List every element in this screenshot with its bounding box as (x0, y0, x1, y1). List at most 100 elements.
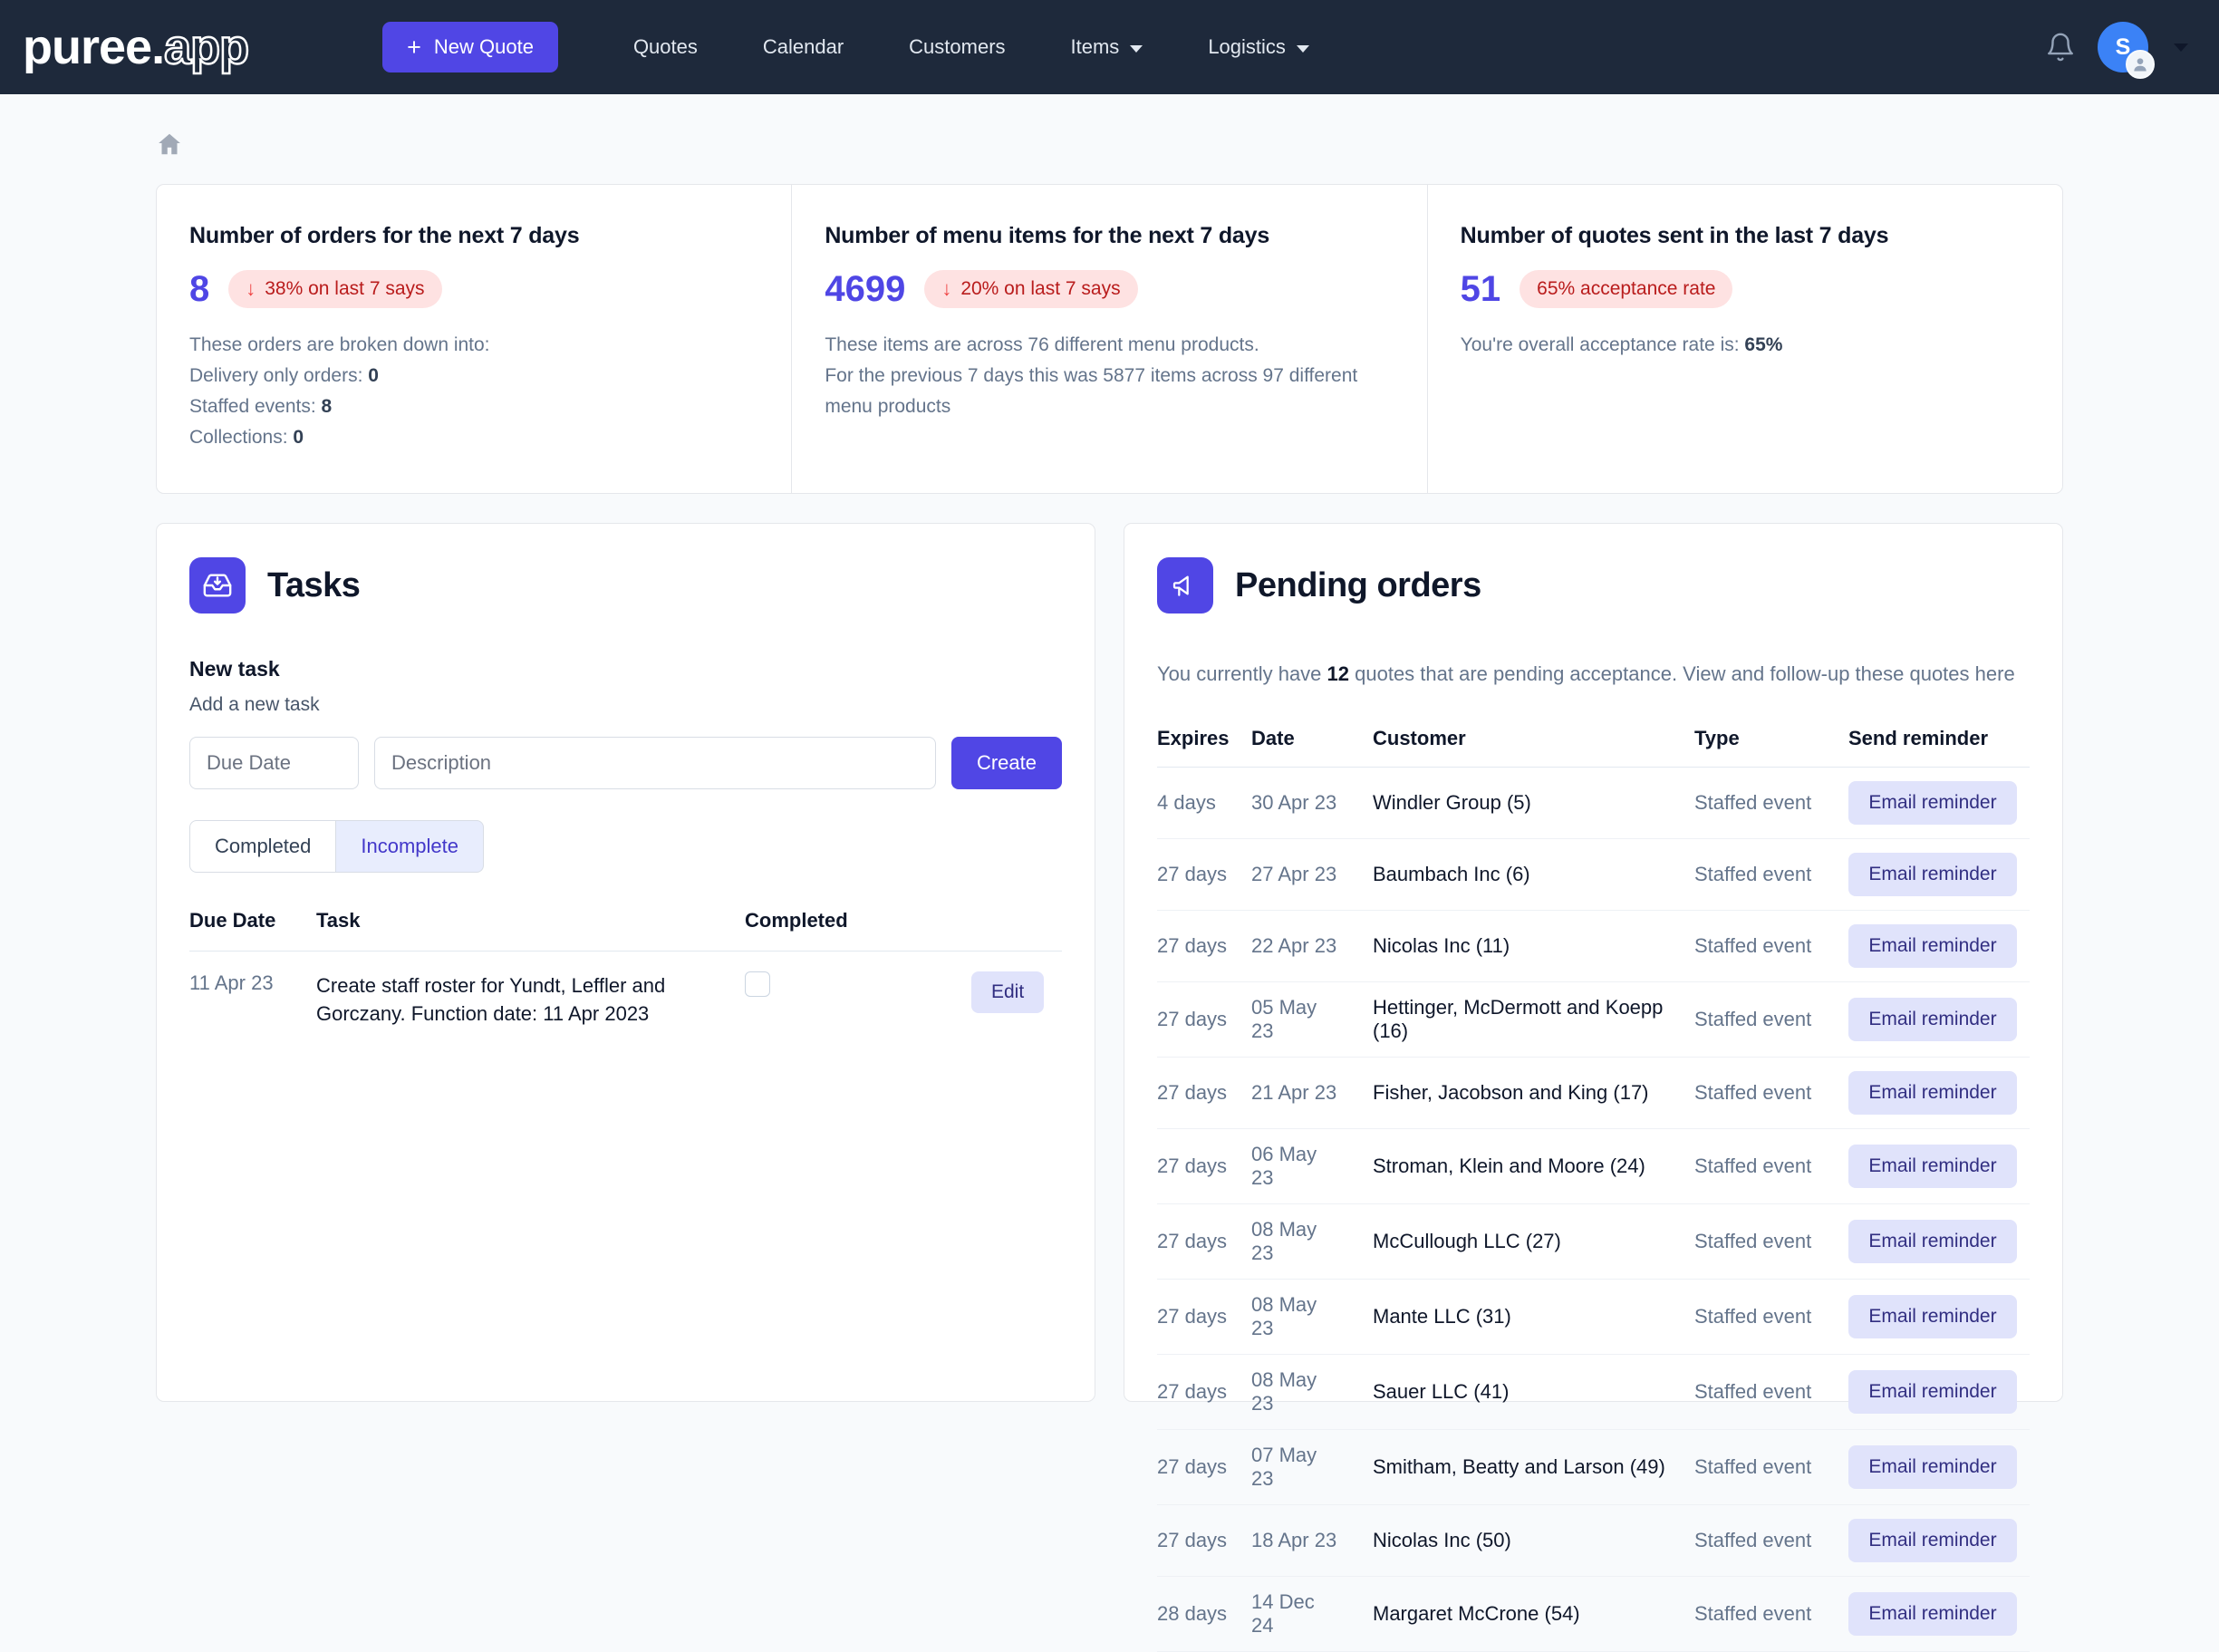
pending-reminder-cell: Email reminder (1848, 981, 2030, 1058)
pending-reminder-cell: Email reminder (1848, 1504, 2030, 1578)
nav-link-calendar[interactable]: Calendar (730, 35, 876, 59)
pending-customer: Fisher, Jacobson and King (17) (1338, 1057, 1694, 1130)
chevron-down-icon[interactable] (1296, 44, 1309, 53)
tasks-column-header-actions (971, 909, 1062, 952)
pending-expires: 27 days (1157, 838, 1240, 912)
status-badge-label: 65% acceptance rate (1537, 278, 1716, 299)
filter-completed-button[interactable]: Completed (189, 820, 337, 874)
email-reminder-button[interactable]: Email reminder (1848, 1071, 2017, 1116)
pending-type: Staffed event (1694, 1504, 1848, 1578)
create-task-button[interactable]: Create (950, 737, 1062, 790)
pending-expires: 27 days (1157, 1429, 1240, 1506)
new-quote-button[interactable]: + New Quote (382, 22, 558, 72)
stat-card-details: You're overall acceptance rate is: 65% (1461, 330, 2022, 361)
pending-subtitle: You currently have 12 quotes that are pe… (1157, 662, 2030, 686)
pending-expires: 4 days (1157, 767, 1240, 840)
pending-customer: Mante LLC (31) (1338, 1279, 1694, 1356)
pending-customer: Nicolas Inc (50) (1338, 1504, 1694, 1578)
email-reminder-button[interactable]: Email reminder (1848, 1592, 2017, 1637)
pending-type: Staffed event (1694, 1429, 1848, 1506)
pending-customer: Margaret McCrone (54) (1338, 1576, 1694, 1652)
pending-customer: Windler Group (5) (1338, 767, 1694, 840)
due-date-input[interactable] (189, 737, 359, 790)
chevron-down-icon[interactable] (2174, 43, 2188, 52)
stat-card-detail-line: These orders are broken down into: (189, 334, 490, 355)
pending-expires: 27 days (1157, 1128, 1240, 1205)
megaphone-icon (1157, 557, 1213, 614)
pending-customer: McCullough LLC (27) (1338, 1203, 1694, 1280)
stat-card-detail-value: 0 (293, 427, 304, 449)
pending-customer: Nicolas Inc (11) (1338, 910, 1694, 983)
stat-card-value: 4699 (825, 269, 906, 309)
pending-expires: 27 days (1157, 981, 1240, 1058)
pending-count: 12 (1327, 662, 1350, 686)
stat-card-value-row: 8 ↓ 38% on last 7 says (189, 270, 758, 308)
email-reminder-button[interactable]: Email reminder (1848, 1370, 2017, 1415)
pending-reminder-cell: Email reminder (1848, 910, 2030, 983)
email-reminder-button[interactable]: Email reminder (1848, 998, 2017, 1042)
pending-subtitle-post: quotes that are pending acceptance. View… (1349, 662, 2015, 686)
stat-card: Number of orders for the next 7 days 8 ↓ 38… (157, 185, 793, 494)
pending-title: Pending orders (1235, 565, 1481, 604)
tasks-table-header-row: Due Date Task Completed (189, 909, 1062, 952)
task-completed-checkbox[interactable] (745, 971, 770, 998)
nav-link-quotes[interactable]: Quotes (601, 35, 730, 59)
pending-expires: 27 days (1157, 1057, 1240, 1130)
pending-orders-panel: Pending orders You currently have 12 quo… (1124, 523, 2063, 1652)
stat-card: Number of quotes sent in the last 7 days… (1428, 185, 2062, 493)
nav-link-label: Calendar (762, 35, 844, 58)
pending-date: 18 Apr 23 (1240, 1504, 1338, 1578)
app-logo[interactable]: puree. app (23, 22, 250, 73)
filter-incomplete-button[interactable]: Incomplete (336, 820, 485, 874)
new-task-form: Create (189, 737, 1062, 790)
pending-table-body: 4 days 30 Apr 23 Windler Group (5) Staffed … (1157, 767, 2030, 1652)
task-due-date: 11 Apr 23 (189, 971, 274, 995)
table-row: 27 days 22 Apr 23 Nicolas Inc (11) Staffed … (1157, 910, 2030, 983)
panels-row: Tasks New task Add a new task Create Com… (156, 523, 2063, 1652)
home-icon[interactable] (156, 133, 183, 161)
email-reminder-button[interactable]: Email reminder (1848, 1295, 2017, 1339)
breadcrumb (0, 116, 2219, 162)
email-reminder-button[interactable]: Email reminder (1848, 1220, 2017, 1264)
table-row: 27 days 18 Apr 23 Nicolas Inc (50) Staffed … (1157, 1504, 2030, 1578)
stat-card-title: Number of orders for the next 7 days (189, 223, 580, 248)
pending-type: Staffed event (1694, 767, 1848, 840)
table-row: 27 days 08 May 23 McCullough LLC (27) Staff… (1157, 1203, 2030, 1280)
table-row: 27 days 06 May 23 Stroman, Klein and Moore… (1157, 1128, 2030, 1205)
navbar-right: S (2045, 22, 2188, 79)
nav-link-items[interactable]: Items (1038, 35, 1176, 59)
status-badge: ↓ 20% on last 7 says (924, 270, 1138, 308)
description-input[interactable] (374, 737, 936, 790)
pending-expires: 27 days (1157, 1279, 1240, 1356)
stat-card-value: 8 (189, 269, 210, 309)
email-reminder-button[interactable]: Email reminder (1848, 1145, 2017, 1189)
stat-card-value-row: 51 65% acceptance rate (1461, 270, 2030, 308)
nav-link-label: Logistics (1208, 35, 1286, 58)
email-reminder-button[interactable]: Email reminder (1848, 1519, 2017, 1563)
pending-column-header: Type (1694, 727, 1848, 768)
nav-link-logistics[interactable]: Logistics (1175, 35, 1342, 59)
nav-link-label: Quotes (632, 35, 698, 58)
pending-date: 08 May 23 (1240, 1354, 1338, 1431)
email-reminder-button[interactable]: Email reminder (1848, 853, 2017, 897)
chevron-down-icon[interactable] (1130, 44, 1143, 53)
table-row: 27 days 08 May 23 Sauer LLC (41) Staffed ev… (1157, 1354, 2030, 1431)
pending-reminder-cell: Email reminder (1848, 838, 2030, 912)
stat-card-details: These items are across 76 different menu… (825, 330, 1386, 422)
pending-orders-table: Expires Date Customer Type Send reminder 4 d… (1157, 727, 2030, 1652)
pending-date: 08 May 23 (1240, 1203, 1338, 1280)
tasks-panel-header: Tasks (189, 557, 1062, 614)
nav-link-customers[interactable]: Customers (876, 35, 1037, 59)
avatar[interactable]: S (2098, 22, 2155, 79)
email-reminder-button[interactable]: Email reminder (1848, 1445, 2017, 1490)
edit-task-button[interactable]: Edit (971, 971, 1045, 1014)
stat-card-detail-value: 0 (368, 365, 379, 387)
top-navbar: puree. app + New Quote Quotes Calendar Cust… (0, 0, 2219, 94)
stat-card-detail-line: Delivery only orders: 0 (189, 365, 379, 387)
pending-type: Staffed event (1694, 910, 1848, 983)
bell-icon[interactable] (2045, 32, 2076, 63)
tasks-panel: Tasks New task Add a new task Create Com… (156, 523, 1095, 1403)
email-reminder-button[interactable]: Email reminder (1848, 781, 2017, 826)
email-reminder-button[interactable]: Email reminder (1848, 924, 2017, 969)
pending-expires: 27 days (1157, 1504, 1240, 1578)
